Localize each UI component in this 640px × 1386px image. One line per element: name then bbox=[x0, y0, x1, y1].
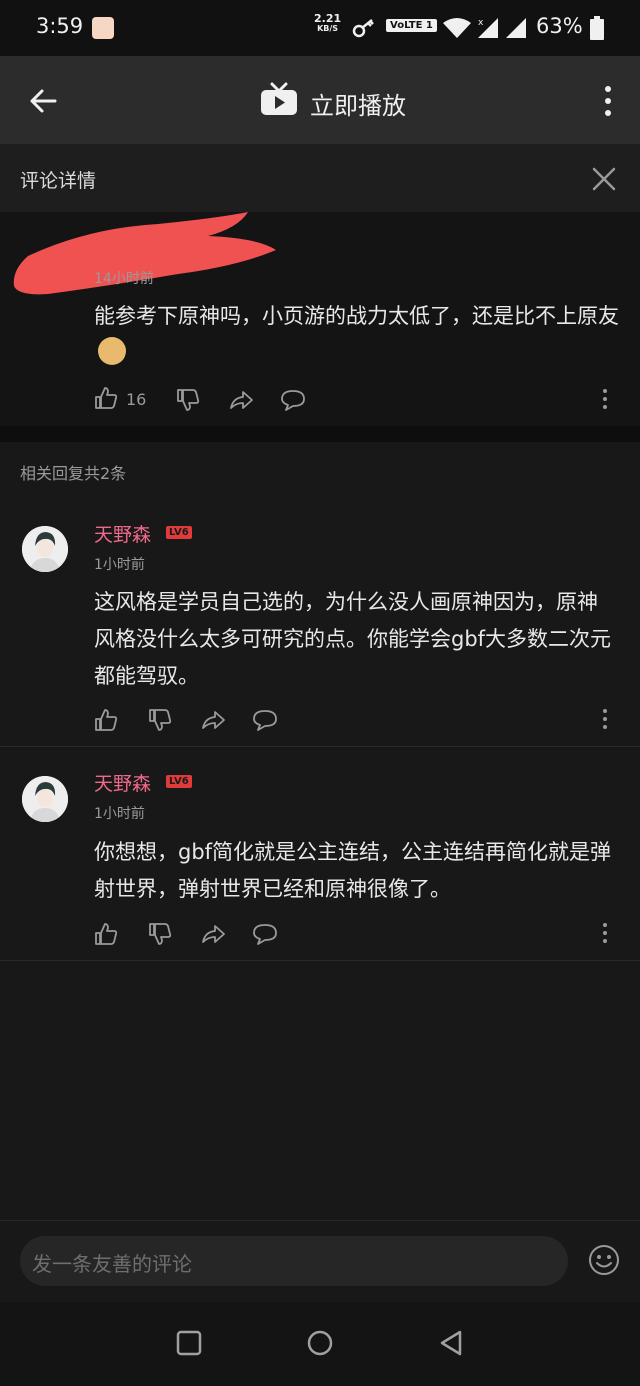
comment-more-icon[interactable] bbox=[598, 708, 612, 730]
thumbs-up-icon[interactable] bbox=[94, 708, 118, 732]
reply-username[interactable]: 天野森 bbox=[94, 769, 151, 796]
reply-divider bbox=[0, 960, 640, 961]
thumbs-down-icon[interactable] bbox=[148, 708, 172, 732]
reply-time: 1小时前 bbox=[94, 806, 145, 822]
comment-input-placeholder: 发一条友善的评论 bbox=[32, 1252, 192, 1276]
level-badge: LV6 bbox=[166, 775, 192, 788]
reply-text: 你想想，gbf简化就是公主连结，公主连结再简化就是弹射世界，弹射世界已经和原神很… bbox=[94, 840, 612, 901]
comment-detail-title: 评论详情 bbox=[20, 170, 97, 192]
back-arrow-icon[interactable] bbox=[28, 86, 58, 116]
replies-count-header: 相关回复共2条 bbox=[20, 464, 127, 483]
emoji-icon[interactable] bbox=[588, 1244, 620, 1276]
avatar-portrait bbox=[22, 776, 68, 822]
more-vertical-icon[interactable] bbox=[598, 84, 618, 118]
home-circle-icon[interactable] bbox=[306, 1329, 334, 1357]
notification-avatar-icon bbox=[92, 17, 114, 39]
thumbs-up-icon[interactable] bbox=[94, 386, 118, 410]
thumbs-down-icon[interactable] bbox=[176, 388, 200, 412]
tv-play-icon bbox=[261, 82, 297, 115]
volte-badge: VoLTE 1 bbox=[386, 19, 437, 32]
wifi-icon bbox=[443, 18, 471, 38]
reply-avatar[interactable] bbox=[22, 776, 68, 822]
thumbs-up-icon[interactable] bbox=[94, 922, 118, 946]
level-badge: LV6 bbox=[166, 526, 192, 539]
reply-bubble-icon[interactable] bbox=[280, 388, 306, 412]
app-bar-title[interactable]: 立即播放 bbox=[310, 86, 406, 121]
section-divider bbox=[0, 426, 640, 442]
share-icon[interactable] bbox=[200, 708, 226, 732]
reply-bubble-icon[interactable] bbox=[252, 922, 278, 946]
recents-square-icon[interactable] bbox=[176, 1330, 202, 1356]
net-speed-unit: KB/S bbox=[317, 24, 339, 33]
signal-1-icon: x bbox=[478, 18, 498, 38]
back-triangle-icon[interactable] bbox=[438, 1329, 464, 1357]
comment-more-icon[interactable] bbox=[598, 922, 612, 944]
battery-percent: 63% bbox=[536, 14, 583, 38]
doge-emoji-icon bbox=[98, 337, 126, 365]
battery-icon bbox=[590, 16, 604, 40]
signal-2-icon bbox=[506, 18, 526, 38]
thumbs-down-icon[interactable] bbox=[148, 922, 172, 946]
svg-text:x: x bbox=[478, 18, 484, 28]
comment-more-icon[interactable] bbox=[598, 388, 612, 410]
reply-avatar[interactable] bbox=[22, 526, 68, 572]
reply-bubble-icon[interactable] bbox=[252, 708, 278, 732]
like-count: 16 bbox=[126, 390, 147, 409]
reply-time: 1小时前 bbox=[94, 557, 145, 573]
reply-text: 这风格是学员自己选的，为什么没人画原神因为，原神风格没什么太多可研究的点。你能学… bbox=[94, 590, 612, 688]
net-speed-value: 2.21 bbox=[314, 12, 342, 25]
main-comment-text-body: 能参考下原神吗，小页游的战力太低了，还是比不上原友 bbox=[94, 304, 619, 328]
reply-username[interactable]: 天野森 bbox=[94, 520, 151, 547]
net-speed: 2.21 KB/S bbox=[314, 12, 342, 34]
share-icon[interactable] bbox=[228, 388, 254, 412]
avatar-portrait bbox=[22, 526, 68, 572]
reply-divider bbox=[0, 746, 640, 747]
key-icon bbox=[352, 19, 374, 38]
main-comment-text: 能参考下原神吗，小页游的战力太低了，还是比不上原友 bbox=[94, 298, 620, 372]
close-icon[interactable] bbox=[592, 167, 616, 191]
status-time: 3:59 bbox=[36, 14, 84, 38]
share-icon[interactable] bbox=[200, 922, 226, 946]
main-comment-time: 14小时前 bbox=[94, 271, 154, 287]
